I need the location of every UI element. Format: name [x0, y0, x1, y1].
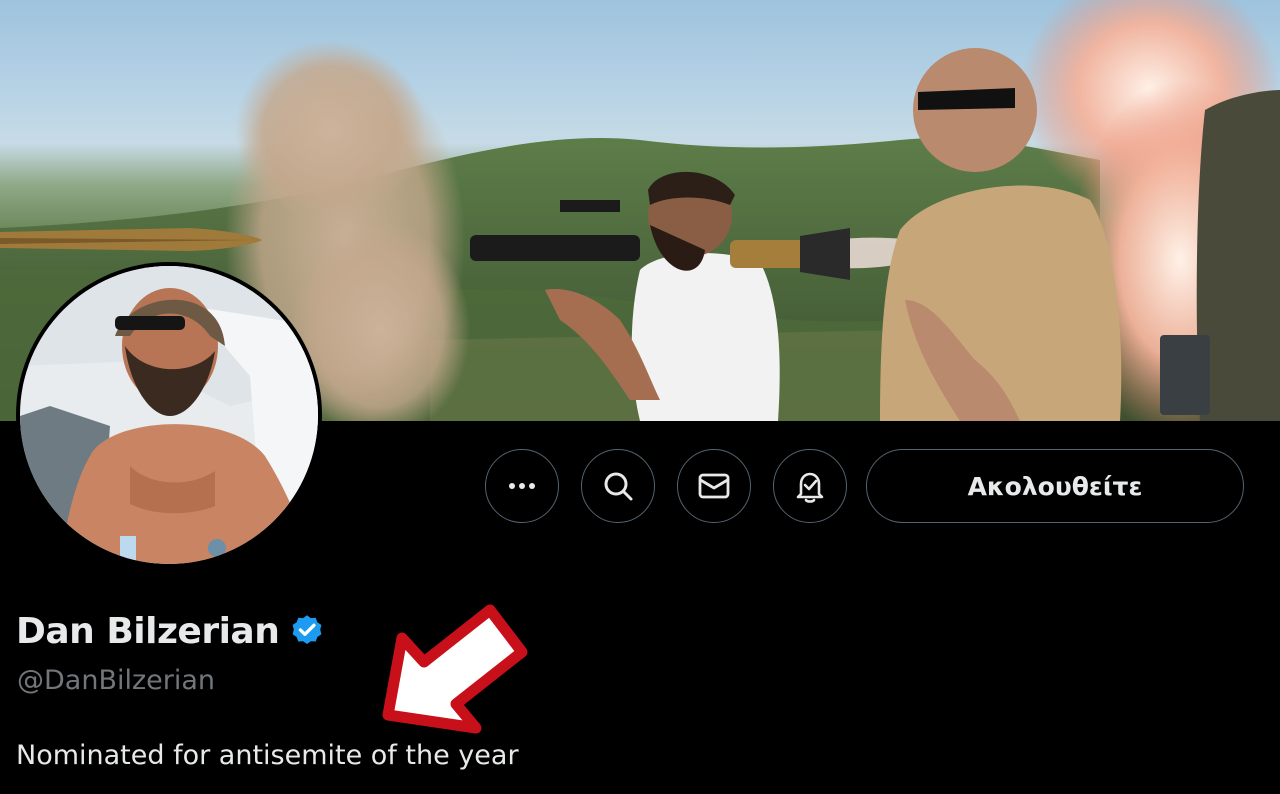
bell-check-icon — [796, 472, 824, 503]
verified-badge-icon[interactable] — [289, 613, 325, 649]
search-profile-button[interactable] — [581, 449, 655, 523]
message-button[interactable] — [677, 449, 751, 523]
avatar-photo — [20, 266, 318, 564]
notifications-button[interactable] — [773, 449, 847, 523]
annotation-arrow-icon — [382, 604, 528, 734]
display-name: Dan Bilzerian — [16, 610, 280, 652]
envelope-icon — [698, 473, 730, 499]
more-button[interactable] — [485, 449, 559, 523]
search-icon — [604, 472, 633, 501]
profile-avatar[interactable] — [16, 262, 322, 568]
more-horizontal-icon — [509, 483, 535, 489]
profile-name-row: Dan Bilzerian — [16, 603, 325, 659]
profile-bio: Nominated for antisemite of the year — [16, 740, 519, 771]
username-handle: @DanBilzerian — [17, 665, 216, 696]
following-button[interactable]: Ακολουθείτε — [866, 449, 1244, 523]
